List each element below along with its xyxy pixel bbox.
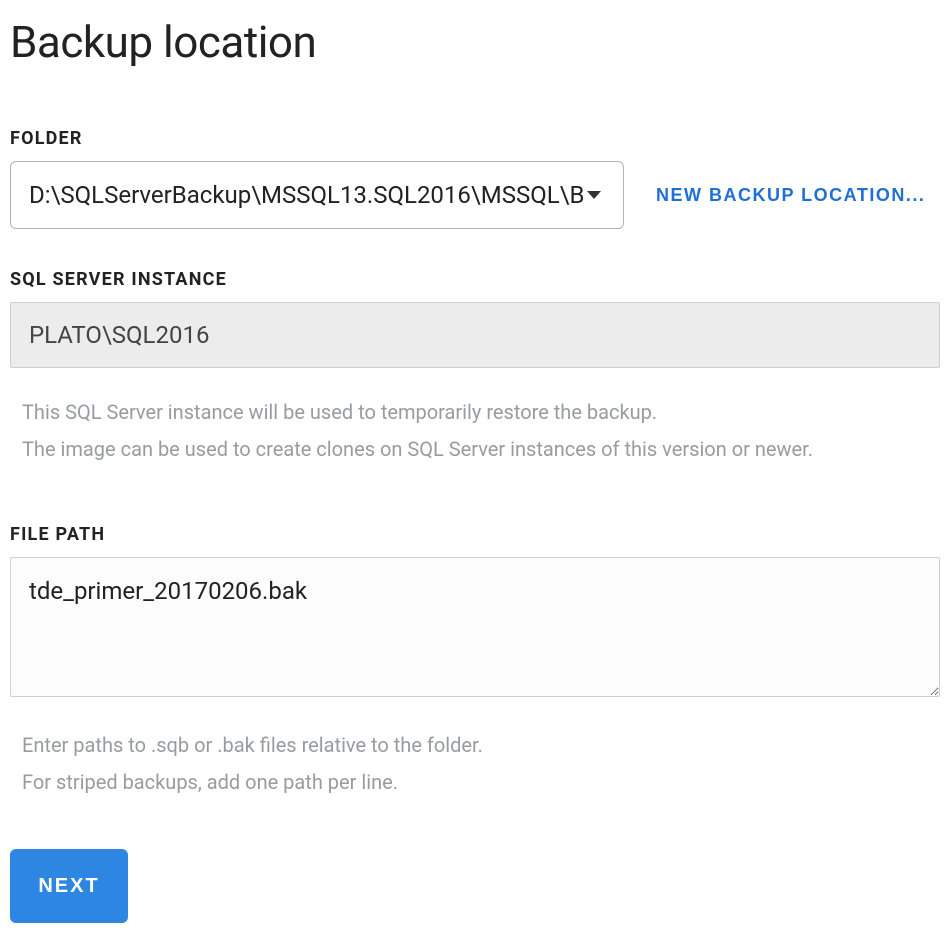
file-path-section: FILE PATH Enter paths to .sqb or .bak fi…	[10, 524, 942, 801]
sql-instance-help-2: The image can be used to create clones o…	[22, 431, 942, 468]
page-title: Backup location	[10, 16, 942, 68]
sql-instance-help-1: This SQL Server instance will be used to…	[22, 394, 942, 431]
sql-instance-section: SQL SERVER INSTANCE PLATO\SQL2016 This S…	[10, 269, 942, 468]
folder-section: FOLDER D:\SQLServerBackup\MSSQL13.SQL201…	[10, 128, 942, 229]
folder-row: D:\SQLServerBackup\MSSQL13.SQL2016\MSSQL…	[10, 161, 942, 229]
folder-selected-value: D:\SQLServerBackup\MSSQL13.SQL2016\MSSQL…	[29, 181, 583, 209]
chevron-down-icon	[587, 191, 601, 199]
file-path-input[interactable]	[10, 557, 940, 697]
folder-label: FOLDER	[10, 128, 942, 149]
file-path-help-1: Enter paths to .sqb or .bak files relati…	[22, 727, 942, 764]
sql-instance-value: PLATO\SQL2016	[10, 302, 940, 368]
next-button[interactable]: NEXT	[10, 849, 128, 923]
file-path-label: FILE PATH	[10, 524, 942, 545]
sql-instance-label: SQL SERVER INSTANCE	[10, 269, 942, 290]
new-backup-location-link[interactable]: NEW BACKUP LOCATION...	[656, 185, 925, 206]
folder-select[interactable]: D:\SQLServerBackup\MSSQL13.SQL2016\MSSQL…	[10, 161, 624, 229]
file-path-help-2: For striped backups, add one path per li…	[22, 764, 942, 801]
